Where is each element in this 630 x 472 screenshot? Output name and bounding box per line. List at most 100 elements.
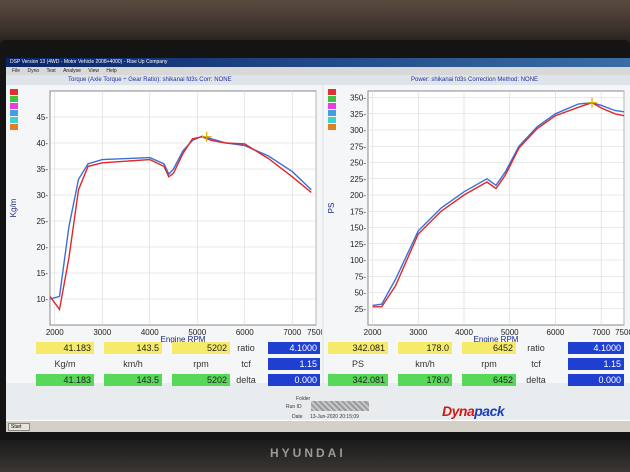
y-tick-label: 100-: [350, 256, 366, 265]
redacted-run-id: [311, 401, 369, 411]
y-tick-label: 200-: [350, 191, 366, 200]
logo-pack: pack: [474, 403, 505, 419]
tcf-label: tcf: [241, 359, 251, 369]
screen: DSP Version 13 (4WD - Motor Vehicle 2008…: [6, 58, 630, 432]
y-tick-label: 45-: [36, 113, 48, 122]
unit-label: PS: [351, 359, 364, 369]
menu-help[interactable]: Help: [106, 68, 116, 74]
tcf-value[interactable]: 1.15: [568, 358, 624, 370]
delta-value[interactable]: 0.000: [268, 374, 320, 386]
torque-graph-title: Torque (Axle Torque ÷ Gear Ratio): shika…: [68, 77, 232, 83]
menu-file[interactable]: File: [12, 68, 20, 74]
window-title: DSP Version 13 (4WD - Motor Vehicle 2008…: [6, 58, 630, 67]
run-color-swatch[interactable]: [328, 103, 336, 109]
torque-graph-panel[interactable]: 10- 15- 20- 25- 30- 35- 40- 45- 2000 3000 4000 5000…: [6, 85, 325, 383]
x-tick-label: 6000: [236, 328, 254, 337]
run-color-swatch[interactable]: [328, 96, 336, 102]
y-tick-label: 50-: [354, 289, 366, 298]
menu-view[interactable]: View: [88, 68, 99, 74]
run-color-swatch[interactable]: [328, 89, 336, 95]
unit-label: rpm: [481, 359, 497, 369]
run-color-swatch[interactable]: [10, 110, 18, 116]
run-color-swatch[interactable]: [10, 96, 18, 102]
x-tick-label: 2000: [364, 328, 382, 337]
run-color-swatch[interactable]: [10, 124, 18, 130]
y-axis-label: Kg/m: [9, 198, 18, 217]
delta-value[interactable]: 0.000: [568, 374, 624, 386]
speed-value-live: 143.5: [104, 374, 162, 386]
speed-value: 143.5: [104, 342, 162, 354]
plot-area: [49, 90, 317, 326]
rpm-value-live: 5202: [172, 374, 230, 386]
rpm-value: 6452: [462, 342, 516, 354]
ratio-label: ratio: [237, 343, 255, 353]
start-button[interactable]: Start: [8, 423, 30, 431]
x-tick-label: 6000: [547, 328, 565, 337]
y-tick-label: 10-: [36, 295, 48, 304]
dynapack-logo: Dynapack: [442, 403, 505, 419]
delta-label: delta: [526, 375, 546, 385]
torque-value-live: 41.183: [36, 374, 94, 386]
unit-label: km/h: [123, 359, 143, 369]
torque-chart[interactable]: 10-15-20-25-30-35-40-45-2000 3000 4000 5000…: [6, 85, 325, 344]
graph-titles: Torque (Axle Torque ÷ Gear Ratio): shika…: [6, 75, 630, 85]
x-tick-label: 7500: [307, 328, 322, 337]
torque-value: 41.183: [36, 342, 94, 354]
ratio-label: ratio: [527, 343, 545, 353]
menu-test[interactable]: Test: [47, 68, 56, 74]
x-tick-label: 7000: [283, 328, 301, 337]
run-color-swatch[interactable]: [328, 124, 336, 130]
power-readouts: 342.081 178.0 6452 PS km/h rpm 342.081 1…: [328, 342, 628, 394]
power-graph-panel[interactable]: 25- 50- 75- 100- 125- 150- 175- 200- 225- 250- 275…: [324, 85, 630, 383]
power-chart[interactable]: 25- 50- 75- 100- 125- 150- 175- 200- 225- 250- 275…: [324, 85, 630, 344]
power-graph-title: Power: shikanai fd3s Correction Method: …: [411, 77, 539, 83]
run-id-label: Run ID: [286, 404, 302, 410]
y-tick-label: 35-: [36, 165, 48, 174]
y-tick-label: 75-: [354, 272, 366, 281]
y-tick-label: 30-: [36, 191, 48, 200]
tcf-value[interactable]: 1.15: [268, 358, 320, 370]
y-tick-label: 20-: [36, 243, 48, 252]
menu-analyse[interactable]: Analyse: [63, 68, 81, 74]
folder-label: Folder: [296, 396, 311, 402]
y-tick-label: 300-: [350, 126, 366, 135]
run-color-swatch[interactable]: [10, 117, 18, 123]
tcf-label: tcf: [531, 359, 541, 369]
rpm-value-live: 6452: [462, 374, 516, 386]
ratio-value[interactable]: 4.1000: [268, 342, 320, 354]
x-tick-label: 7000: [592, 328, 610, 337]
unit-label: Kg/m: [54, 359, 76, 369]
x-tick-label: 4000: [141, 328, 159, 337]
y-tick-label: 125-: [350, 240, 366, 249]
power-value: 342.081: [328, 342, 388, 354]
run-color-swatch[interactable]: [328, 117, 336, 123]
rpm-value: 5202: [172, 342, 230, 354]
taskbar: Start: [6, 420, 630, 432]
run-color-swatch[interactable]: [328, 110, 336, 116]
y-tick-label: 250-: [350, 159, 366, 168]
y-tick-label: 25-: [354, 305, 366, 314]
y-tick-label: 175-: [350, 207, 366, 216]
y-tick-label: 225-: [350, 175, 366, 184]
plot-area: [367, 90, 625, 326]
run-color-legend[interactable]: [10, 89, 18, 131]
x-tick-label: 3000: [409, 328, 427, 337]
unit-label: km/h: [415, 359, 435, 369]
x-tick-label: 7500: [615, 328, 630, 337]
speed-value-live: 178.0: [398, 374, 452, 386]
y-tick-label: 15-: [36, 269, 48, 278]
y-tick-label: 350-: [350, 94, 366, 103]
menu-bar: File Dyno Test Analyse View Help: [6, 67, 630, 75]
run-color-swatch[interactable]: [10, 103, 18, 109]
torque-readouts: 41.183 143.5 5202 Kg/m km/h rpm 41.183 1…: [36, 342, 326, 394]
menu-dyno[interactable]: Dyno: [27, 68, 39, 74]
power-value-live: 342.081: [328, 374, 388, 386]
y-tick-label: 150-: [350, 224, 366, 233]
run-color-legend[interactable]: [328, 89, 336, 131]
y-tick-label: 275-: [350, 142, 366, 151]
logo-dyna: Dyna: [442, 403, 475, 419]
x-tick-label: 4000: [455, 328, 473, 337]
run-color-swatch[interactable]: [10, 89, 18, 95]
x-tick-label: 3000: [93, 328, 111, 337]
ratio-value[interactable]: 4.1000: [568, 342, 624, 354]
